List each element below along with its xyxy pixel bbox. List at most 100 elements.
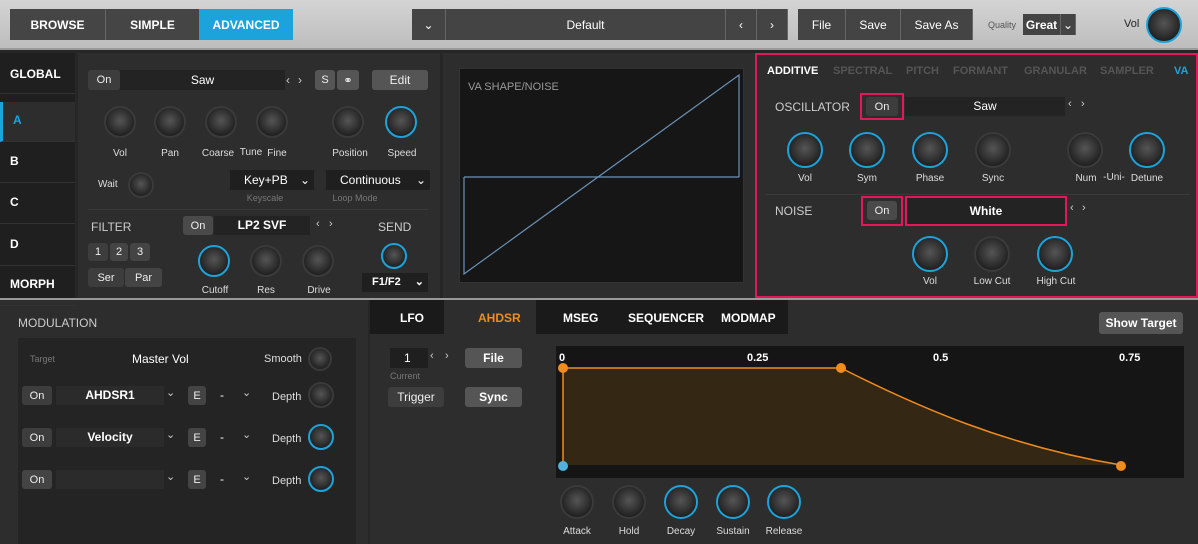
release-knob[interactable] xyxy=(767,485,801,519)
env-next[interactable]: › xyxy=(445,350,449,362)
sustain-knob[interactable] xyxy=(716,485,750,519)
nav-item-d[interactable]: D xyxy=(0,226,75,266)
tab-sequencer[interactable]: SEQUENCER xyxy=(628,311,704,325)
mod-source-select[interactable] xyxy=(56,470,164,489)
num-knob[interactable] xyxy=(1067,132,1103,168)
nav-item-global[interactable]: GLOBAL xyxy=(0,60,75,94)
detune-knob[interactable] xyxy=(1129,132,1165,168)
sym-knob[interactable] xyxy=(849,132,885,168)
filter-on-button[interactable]: On xyxy=(183,216,213,235)
pan-knob[interactable] xyxy=(154,106,186,138)
chevron-down-icon[interactable]: ⌄ xyxy=(242,470,251,483)
mod-e-button[interactable]: E xyxy=(188,428,206,447)
fine-knob[interactable] xyxy=(256,106,288,138)
advanced-button[interactable]: ADVANCED xyxy=(199,9,293,40)
mod-on-button[interactable]: On xyxy=(22,470,52,489)
browse-button[interactable]: BROWSE xyxy=(10,9,105,40)
mod-source-select[interactable]: AHDSR1 xyxy=(56,386,164,405)
noise-on-button[interactable]: On xyxy=(867,201,897,220)
noise-type-select[interactable]: White xyxy=(905,196,1067,226)
mod-on-button[interactable]: On xyxy=(22,386,52,405)
osc-wave-select[interactable]: Saw xyxy=(120,70,285,90)
release-point[interactable] xyxy=(1116,461,1126,471)
preset-prev-button[interactable]: ‹ xyxy=(726,9,757,40)
depth-knob[interactable] xyxy=(308,382,334,408)
filter-next[interactable]: › xyxy=(329,218,333,230)
depth-knob[interactable] xyxy=(308,466,334,492)
filter-par-button[interactable]: Par xyxy=(125,268,162,287)
tab-mseg[interactable]: MSEG xyxy=(563,311,598,325)
nav-item-morph[interactable]: MORPH xyxy=(0,266,75,306)
tab-sampler[interactable]: SAMPLER xyxy=(1100,65,1154,77)
preset-name[interactable]: Default xyxy=(446,9,726,40)
osc-link-button[interactable]: ⚭ xyxy=(337,70,359,90)
attack-point[interactable] xyxy=(558,363,568,373)
va-vol-knob[interactable] xyxy=(787,132,823,168)
attack-knob[interactable] xyxy=(560,485,594,519)
phase-knob[interactable] xyxy=(912,132,948,168)
cutoff-knob[interactable] xyxy=(198,245,230,277)
chevron-down-icon[interactable]: ⌄ xyxy=(166,428,175,441)
nav-item-a[interactable]: A xyxy=(0,102,75,142)
noise-prev[interactable]: ‹ xyxy=(1070,202,1074,214)
mod-on-button[interactable]: On xyxy=(22,428,52,447)
filter-1-button[interactable]: 1 xyxy=(88,243,108,261)
low-cut-knob[interactable] xyxy=(974,236,1010,272)
keyscale-select[interactable]: Key+PB ⌄ xyxy=(230,170,314,190)
chevron-down-icon[interactable]: ⌄ xyxy=(242,386,251,399)
nav-item-b[interactable]: B xyxy=(0,143,75,183)
chevron-down-icon[interactable]: ⌄ xyxy=(166,386,175,399)
va-wave-next[interactable]: › xyxy=(1081,98,1085,110)
env-number[interactable]: 1 xyxy=(390,348,428,368)
preset-menu-button[interactable]: ⌄ xyxy=(412,9,446,40)
tab-granular[interactable]: GRANULAR xyxy=(1024,65,1087,77)
vol-knob[interactable] xyxy=(104,106,136,138)
send-knob[interactable] xyxy=(381,243,407,269)
coarse-knob[interactable] xyxy=(205,106,237,138)
show-target-button[interactable]: Show Target xyxy=(1099,312,1183,334)
tab-pitch[interactable]: PITCH xyxy=(906,65,939,77)
chevron-down-icon[interactable]: ⌄ xyxy=(166,470,175,483)
osc-on-button[interactable]: On xyxy=(88,70,120,90)
filter-prev[interactable]: ‹ xyxy=(316,218,320,230)
quality-select[interactable]: Great xyxy=(1023,14,1061,35)
mod-e-button[interactable]: E xyxy=(188,386,206,405)
speed-knob[interactable] xyxy=(385,106,417,138)
decay-knob[interactable] xyxy=(664,485,698,519)
filter-3-button[interactable]: 3 xyxy=(130,243,150,261)
filter-type-select[interactable]: LP2 SVF xyxy=(214,216,310,235)
wait-knob[interactable] xyxy=(128,172,154,198)
send-select[interactable]: F1/F2 ⌄ xyxy=(362,273,428,292)
noise-next[interactable]: › xyxy=(1082,202,1086,214)
preset-next-button[interactable]: › xyxy=(757,9,788,40)
nav-item-c[interactable]: C xyxy=(0,184,75,224)
tab-va[interactable]: VA xyxy=(1174,65,1188,77)
simple-button[interactable]: SIMPLE xyxy=(105,9,199,40)
mod-dash-select[interactable]: - xyxy=(220,472,224,486)
start-point[interactable] xyxy=(558,461,568,471)
res-knob[interactable] xyxy=(250,245,282,277)
drive-knob[interactable] xyxy=(302,245,334,277)
env-sync-button[interactable]: Sync xyxy=(465,387,522,407)
tab-lfo[interactable]: LFO xyxy=(400,311,424,325)
va-osc-wave-select[interactable]: Saw xyxy=(905,97,1065,116)
trigger-button[interactable]: Trigger xyxy=(388,387,444,407)
osc-wave-next[interactable]: › xyxy=(298,73,302,87)
save-button[interactable]: Save xyxy=(846,9,901,40)
filter-2-button[interactable]: 2 xyxy=(110,243,128,261)
tab-spectral[interactable]: SPECTRAL xyxy=(833,65,892,77)
mod-source-select[interactable]: Velocity xyxy=(56,428,164,447)
depth-knob[interactable] xyxy=(308,424,334,450)
high-cut-knob[interactable] xyxy=(1037,236,1073,272)
osc-s-button[interactable]: S xyxy=(315,70,335,90)
env-prev[interactable]: ‹ xyxy=(430,350,434,362)
va-osc-on-button[interactable]: On xyxy=(866,97,898,116)
osc-wave-prev[interactable]: ‹ xyxy=(286,73,290,87)
va-wave-prev[interactable]: ‹ xyxy=(1068,98,1072,110)
hold-knob[interactable] xyxy=(612,485,646,519)
sync-knob[interactable] xyxy=(975,132,1011,168)
mod-dash-select[interactable]: - xyxy=(220,388,224,402)
tab-modmap[interactable]: MODMAP xyxy=(721,311,776,325)
decay-point[interactable] xyxy=(836,363,846,373)
filter-ser-button[interactable]: Ser xyxy=(88,268,124,287)
